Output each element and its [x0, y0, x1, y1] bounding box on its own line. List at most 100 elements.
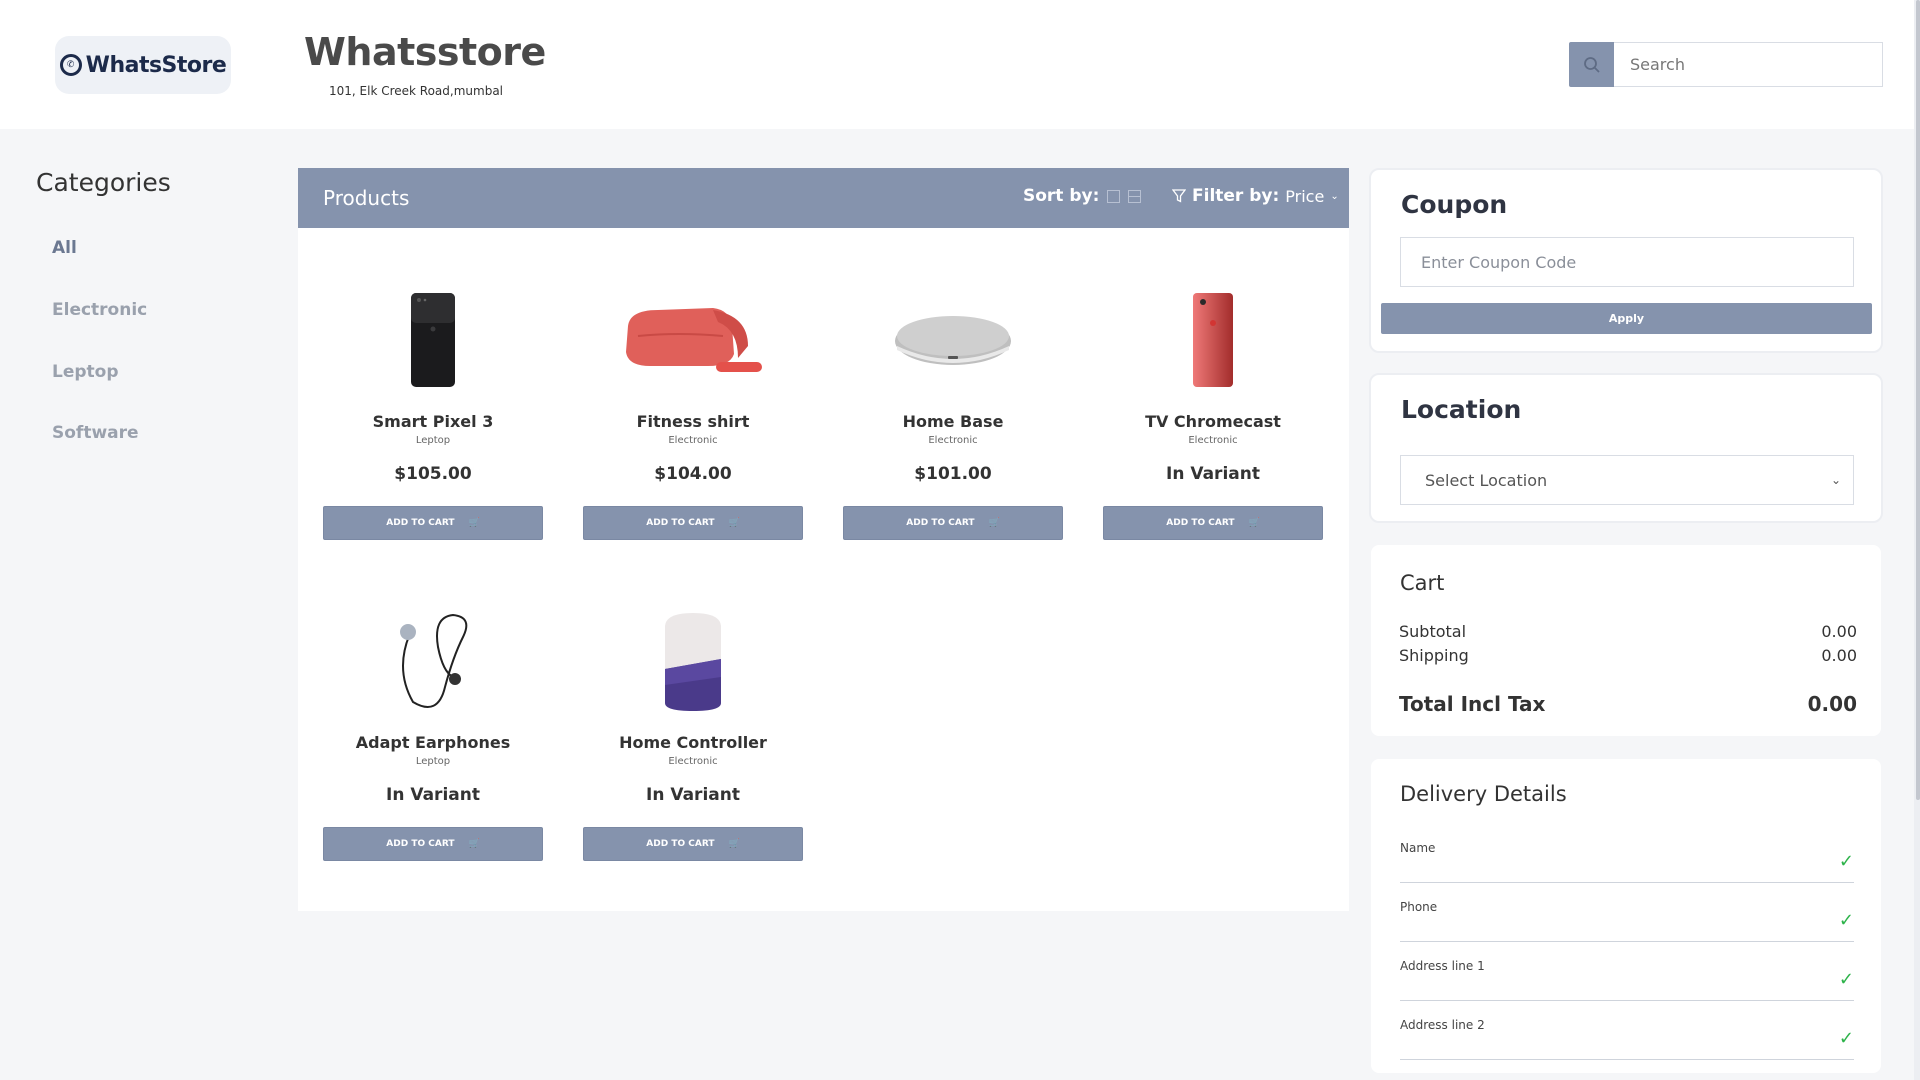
scrollbar-thumb[interactable] — [1916, 0, 1920, 800]
product-name[interactable]: Smart Pixel 3 — [323, 412, 543, 431]
smart-speaker-image — [895, 316, 1011, 365]
delivery-title: Delivery Details — [1400, 782, 1567, 806]
search-button[interactable] — [1569, 42, 1614, 87]
chevron-down-icon: ⌄ — [1830, 473, 1841, 487]
total-row: Total Incl Tax 0.00 — [1399, 692, 1857, 716]
check-icon: ✓ — [1838, 910, 1854, 931]
product-image[interactable] — [583, 607, 803, 717]
filter-control[interactable]: Filter by: Price ⌄ — [1172, 186, 1339, 206]
apply-coupon-button[interactable]: Apply — [1381, 303, 1872, 334]
phone-field[interactable]: Phone ✓ — [1400, 896, 1854, 942]
add-to-cart-button[interactable]: ADD TO CART 🛒 — [323, 506, 543, 540]
chevron-down-icon: ⌄ — [1330, 190, 1339, 202]
check-icon: ✓ — [1838, 851, 1854, 872]
subtotal-value: 0.00 — [1821, 622, 1857, 641]
phone-red-image — [1193, 293, 1233, 387]
shipping-row: Shipping 0.00 — [1399, 646, 1857, 665]
product-name[interactable]: Fitness shirt — [583, 412, 803, 431]
add-to-cart-button[interactable]: ADD TO CART 🛒 — [323, 827, 543, 861]
product-card: TV Chromecast Electronic In Variant ADD … — [1103, 286, 1323, 540]
list-view-icon[interactable] — [1128, 189, 1142, 203]
coupon-code-input[interactable] — [1400, 237, 1854, 287]
location-title: Location — [1401, 395, 1522, 424]
earphones-image — [400, 613, 468, 708]
sort-label: Sort by: — [1023, 186, 1100, 206]
address-line-2-field[interactable]: Address line 2 ✓ — [1400, 1014, 1854, 1060]
phone-black-image — [411, 293, 455, 387]
cart-icon: 🛒 — [468, 839, 480, 849]
product-image[interactable] — [323, 607, 543, 717]
logo-text: WhatsStore — [85, 52, 227, 78]
products-title: Products — [323, 186, 410, 210]
product-category: Electronic — [668, 435, 718, 446]
google-home-image — [665, 613, 721, 711]
product-price: In Variant — [646, 785, 740, 805]
add-to-cart-label: ADD TO CART — [646, 839, 715, 849]
add-to-cart-label: ADD TO CART — [906, 518, 975, 528]
product-card: Adapt Earphones Leptop In Variant ADD TO… — [323, 607, 543, 861]
add-to-cart-button[interactable]: ADD TO CART 🛒 — [843, 506, 1063, 540]
product-card: Fitness shirt Electronic $104.00 ADD TO … — [583, 286, 803, 540]
vr-headset-image — [626, 308, 762, 372]
total-value: 0.00 — [1807, 692, 1857, 716]
sort-control: Sort by: — [1023, 186, 1142, 206]
location-selected-value: Select Location — [1425, 470, 1548, 490]
product-image[interactable] — [843, 286, 1063, 396]
product-price: $104.00 — [654, 464, 732, 484]
logo[interactable]: ✆ WhatsStore — [55, 36, 231, 94]
add-to-cart-label: ADD TO CART — [386, 839, 455, 849]
add-to-cart-label: ADD TO CART — [1166, 518, 1235, 528]
category-software[interactable]: Software — [52, 423, 139, 443]
product-name[interactable]: Home Controller — [583, 733, 803, 752]
category-all[interactable]: All — [52, 238, 77, 258]
total-label: Total Incl Tax — [1399, 692, 1546, 716]
cart-panel: Cart Subtotal 0.00 Shipping 0.00 Total I… — [1369, 543, 1883, 738]
search-input[interactable] — [1614, 42, 1883, 87]
product-name[interactable]: Home Base — [843, 412, 1063, 431]
product-name[interactable]: Adapt Earphones — [323, 733, 543, 752]
store-title: Whatsstore — [304, 30, 546, 74]
product-category: Electronic — [928, 435, 978, 446]
grid-view-icon[interactable] — [1107, 189, 1121, 203]
product-image[interactable] — [1103, 286, 1323, 396]
address-line-2-label: Address line 2 — [1400, 1018, 1485, 1032]
category-electronic[interactable]: Electronic — [52, 300, 147, 320]
products-header: Products Sort by: Filter by: Price ⌄ — [298, 168, 1349, 228]
search-icon — [1583, 56, 1600, 73]
phone-field-label: Phone — [1400, 900, 1438, 914]
product-image[interactable] — [583, 286, 803, 396]
filter-icon — [1172, 189, 1186, 203]
product-card: Home Controller Electronic In Variant AD… — [583, 607, 803, 861]
cart-icon: 🛒 — [988, 518, 1000, 528]
product-category: Electronic — [1188, 435, 1238, 446]
store-address: 101, Elk Creek Road,mumbal — [329, 84, 504, 98]
product-name[interactable]: TV Chromecast — [1103, 412, 1323, 431]
product-category: Leptop — [415, 435, 451, 446]
coupon-panel: Coupon Apply — [1369, 168, 1883, 353]
coupon-title: Coupon — [1401, 190, 1508, 219]
cart-icon: 🛒 — [728, 518, 740, 528]
cart-icon: 🛒 — [468, 518, 480, 528]
add-to-cart-button[interactable]: ADD TO CART 🛒 — [583, 827, 803, 861]
product-price: $101.00 — [914, 464, 992, 484]
add-to-cart-button[interactable]: ADD TO CART 🛒 — [1103, 506, 1323, 540]
search-bar — [1569, 42, 1883, 87]
shipping-value: 0.00 — [1821, 646, 1857, 665]
product-category: Electronic — [668, 756, 718, 767]
products-panel: Products Sort by: Filter by: Price ⌄ Sma… — [298, 168, 1349, 911]
product-category: Leptop — [415, 756, 451, 767]
address-line-1-field[interactable]: Address line 1 ✓ — [1400, 955, 1854, 1001]
product-price: In Variant — [1166, 464, 1260, 484]
header: ✆ WhatsStore Whatsstore 101, Elk Creek R… — [0, 0, 1914, 129]
product-image[interactable] — [323, 286, 543, 396]
whatsapp-logo-icon: ✆ — [59, 54, 82, 76]
shipping-label: Shipping — [1399, 646, 1469, 665]
add-to-cart-button[interactable]: ADD TO CART 🛒 — [583, 506, 803, 540]
location-select[interactable]: Select Location ⌄ — [1400, 455, 1854, 505]
cart-icon: 🛒 — [728, 839, 740, 849]
name-field[interactable]: Name ✓ — [1400, 837, 1854, 883]
filter-value[interactable]: Price — [1285, 187, 1324, 206]
category-leptop[interactable]: Leptop — [52, 362, 119, 382]
product-card: Home Base Electronic $101.00 ADD TO CART… — [843, 286, 1063, 540]
cart-icon: 🛒 — [1248, 518, 1260, 528]
